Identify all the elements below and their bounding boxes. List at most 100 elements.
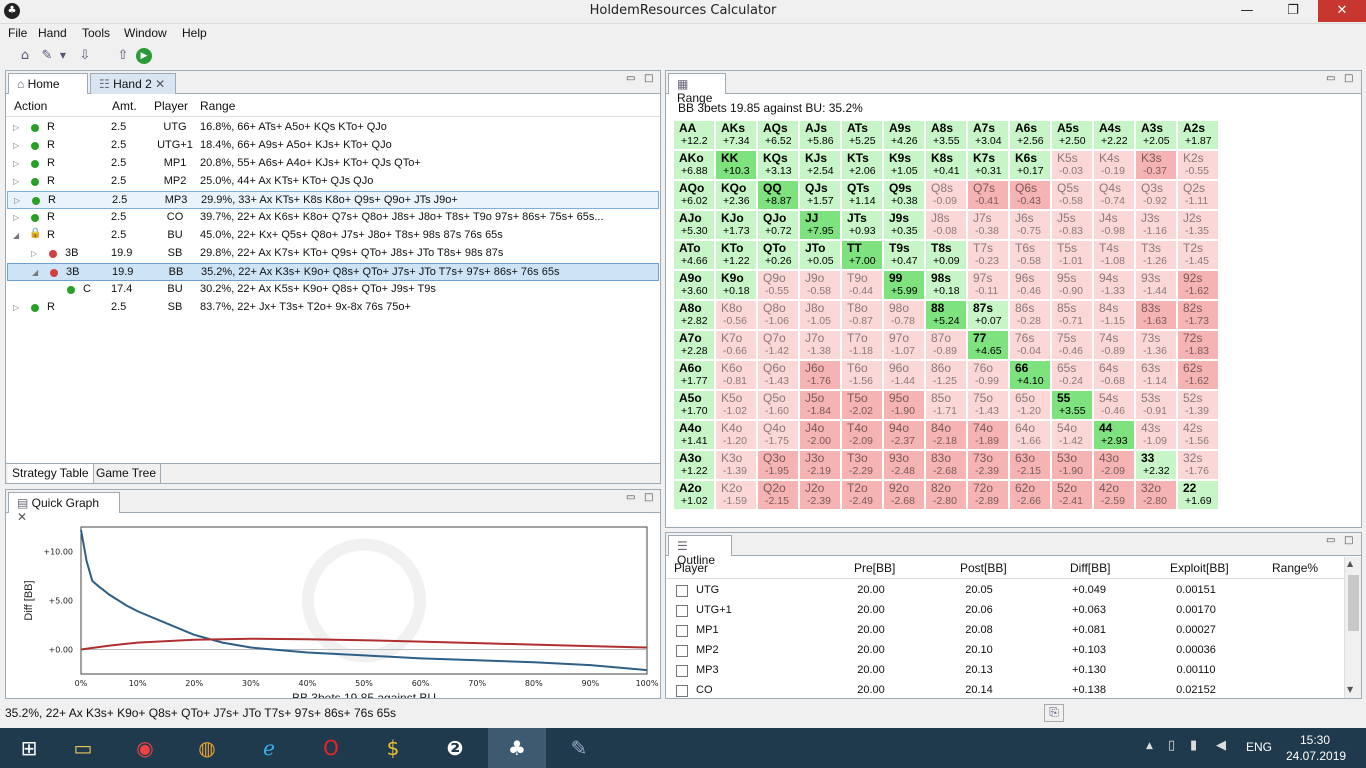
range-cell[interactable]: QQ +8.87 <box>758 181 799 210</box>
table-row[interactable]: ▷ R 2.5 CO 39.7%, 22+ Ax K6s+ K8o+ Q7s+ Q8o+… <box>7 209 659 227</box>
tab-home[interactable]: ⌂ Home <box>8 73 88 94</box>
range-cell[interactable]: J7s -0.38 <box>968 211 1009 240</box>
range-cell[interactable]: Q7o -1.42 <box>758 331 799 360</box>
table-row[interactable]: ◢ 🔒 R 2.5 BU 45.0%, 22+ Kx+ Q5s+ Q8o+ J7s+ J8… <box>7 227 659 245</box>
range-cell[interactable]: K4o -1.20 <box>716 421 757 450</box>
clock-date[interactable]: 24.07.2019 <box>1286 749 1346 763</box>
range-cell[interactable]: A6s +2.56 <box>1010 121 1051 150</box>
range-cell[interactable]: Q5s -0.58 <box>1052 181 1093 210</box>
range-cell[interactable]: 75o -1.43 <box>968 391 1009 420</box>
range-cell[interactable]: 94s -1.33 <box>1094 271 1135 300</box>
minimize-icon[interactable]: ▭ <box>626 73 635 84</box>
range-cell[interactable]: 53o -1.90 <box>1052 451 1093 480</box>
range-cell[interactable]: 66 +4.10 <box>1010 361 1051 390</box>
expand-toggle-icon[interactable]: ▷ <box>31 249 37 258</box>
expand-toggle-icon[interactable]: ▷ <box>14 196 20 205</box>
range-cell[interactable]: T8s +0.09 <box>926 241 967 270</box>
col-range[interactable]: Range <box>200 99 235 113</box>
range-cell[interactable]: 84o -2.18 <box>926 421 967 450</box>
tab-outline[interactable]: ☰ Outline <box>668 535 732 567</box>
table-row[interactable]: UTG+1 20.00 20.06 +0.063 0.00170 <box>666 601 1342 621</box>
close-icon[interactable]: ✕ <box>155 77 165 91</box>
browser-icon[interactable]: ◍ <box>178 728 236 768</box>
range-cell[interactable]: 82s -1.73 <box>1178 301 1219 330</box>
range-cell[interactable]: 77 +4.65 <box>968 331 1009 360</box>
range-cell[interactable]: 87s +0.07 <box>968 301 1009 330</box>
range-cell[interactable]: 95o -1.90 <box>884 391 925 420</box>
opera-icon[interactable]: O <box>302 728 360 768</box>
range-cell[interactable]: Q3o -1.95 <box>758 451 799 480</box>
range-cell[interactable]: T4s -1.08 <box>1094 241 1135 270</box>
range-cell[interactable]: J3s -1.16 <box>1136 211 1177 240</box>
menu-hand[interactable]: Hand <box>38 26 67 40</box>
range-cell[interactable]: 55 +3.55 <box>1052 391 1093 420</box>
minimize-icon[interactable]: ▭ <box>626 492 635 503</box>
range-cell[interactable]: T4o -2.09 <box>842 421 883 450</box>
range-cell[interactable]: 92s -1.62 <box>1178 271 1219 300</box>
range-cell[interactable]: 92o -2.68 <box>884 481 925 510</box>
range-cell[interactable]: T5s -1.01 <box>1052 241 1093 270</box>
clock-time[interactable]: 15:30 <box>1300 733 1330 747</box>
range-cell[interactable]: 73s -1.36 <box>1136 331 1177 360</box>
range-cell[interactable]: K8s +0.41 <box>926 151 967 180</box>
col-diff[interactable]: Diff[BB] <box>1070 561 1110 575</box>
app-2-icon[interactable]: ❷ <box>426 728 484 768</box>
volume-icon[interactable]: ◀ <box>1216 738 1226 753</box>
range-cell[interactable]: Q2s -1.11 <box>1178 181 1219 210</box>
range-cell[interactable]: J4s -0.98 <box>1094 211 1135 240</box>
range-cell[interactable]: 32s -1.76 <box>1178 451 1219 480</box>
range-cell[interactable]: K2s -0.55 <box>1178 151 1219 180</box>
range-cell[interactable]: A5o +1.70 <box>674 391 715 420</box>
range-cell[interactable]: K5s -0.03 <box>1052 151 1093 180</box>
range-cell[interactable]: K9s +1.05 <box>884 151 925 180</box>
range-cell[interactable]: AA +12.2 <box>674 121 715 150</box>
range-cell[interactable]: Q9s +0.38 <box>884 181 925 210</box>
range-cell[interactable]: 88 +5.24 <box>926 301 967 330</box>
col-pre[interactable]: Pre[BB] <box>854 561 895 575</box>
range-cell[interactable]: Q9o -0.55 <box>758 271 799 300</box>
expand-toggle-icon[interactable]: ▷ <box>13 159 19 168</box>
range-cell[interactable]: K3s -0.37 <box>1136 151 1177 180</box>
range-cell[interactable]: 76s -0.04 <box>1010 331 1051 360</box>
range-cell[interactable]: K3o -1.39 <box>716 451 757 480</box>
range-cell[interactable]: 86s -0.28 <box>1010 301 1051 330</box>
col-exploit[interactable]: Exploit[BB] <box>1170 561 1229 575</box>
range-cell[interactable]: J8o -1.05 <box>800 301 841 330</box>
range-cell[interactable]: K6s +0.17 <box>1010 151 1051 180</box>
home-icon[interactable]: ⌂ <box>16 47 34 65</box>
range-cell[interactable]: JTo +0.05 <box>800 241 841 270</box>
col-post[interactable]: Post[BB] <box>960 561 1007 575</box>
menu-tools[interactable]: Tools <box>82 26 110 40</box>
tab-game-tree[interactable]: Game Tree <box>92 464 162 483</box>
tab-strategy-table[interactable]: Strategy Table <box>8 464 94 483</box>
maximize-icon[interactable]: □ <box>644 492 653 503</box>
money-icon[interactable]: $ <box>364 728 422 768</box>
signal-icon[interactable]: ▮ <box>1190 738 1197 753</box>
expand-toggle-icon[interactable]: ◢ <box>32 268 38 277</box>
range-cell[interactable]: 72o -2.89 <box>968 481 1009 510</box>
range-cell[interactable]: A4o +1.41 <box>674 421 715 450</box>
row-checkbox[interactable] <box>676 645 688 657</box>
range-cell[interactable]: 99 +5.99 <box>884 271 925 300</box>
chevron-down-icon[interactable]: ▼ <box>1347 685 1353 694</box>
row-checkbox[interactable] <box>676 665 688 677</box>
range-cell[interactable]: KJo +1.73 <box>716 211 757 240</box>
range-cell[interactable]: 87o -0.89 <box>926 331 967 360</box>
range-cell[interactable]: 65s -0.24 <box>1052 361 1093 390</box>
range-cell[interactable]: 42o -2.59 <box>1094 481 1135 510</box>
range-cell[interactable]: J5o -1.84 <box>800 391 841 420</box>
range-cell[interactable]: Q8s -0.09 <box>926 181 967 210</box>
range-cell[interactable]: 43s -1.09 <box>1136 421 1177 450</box>
range-cell[interactable]: QTo +0.26 <box>758 241 799 270</box>
range-cell[interactable]: Q8o -1.06 <box>758 301 799 330</box>
range-cell[interactable]: 82o -2.80 <box>926 481 967 510</box>
range-cell[interactable]: K7o -0.66 <box>716 331 757 360</box>
range-cell[interactable]: J9o -0.58 <box>800 271 841 300</box>
range-cell[interactable]: 42s -1.56 <box>1178 421 1219 450</box>
range-cell[interactable]: 63o -2.15 <box>1010 451 1051 480</box>
range-cell[interactable]: 95s -0.90 <box>1052 271 1093 300</box>
range-cell[interactable]: A9o +3.60 <box>674 271 715 300</box>
status-export-icon[interactable]: ⎘ <box>1044 704 1064 722</box>
range-cell[interactable]: TT +7.00 <box>842 241 883 270</box>
range-cell[interactable]: 83o -2.68 <box>926 451 967 480</box>
